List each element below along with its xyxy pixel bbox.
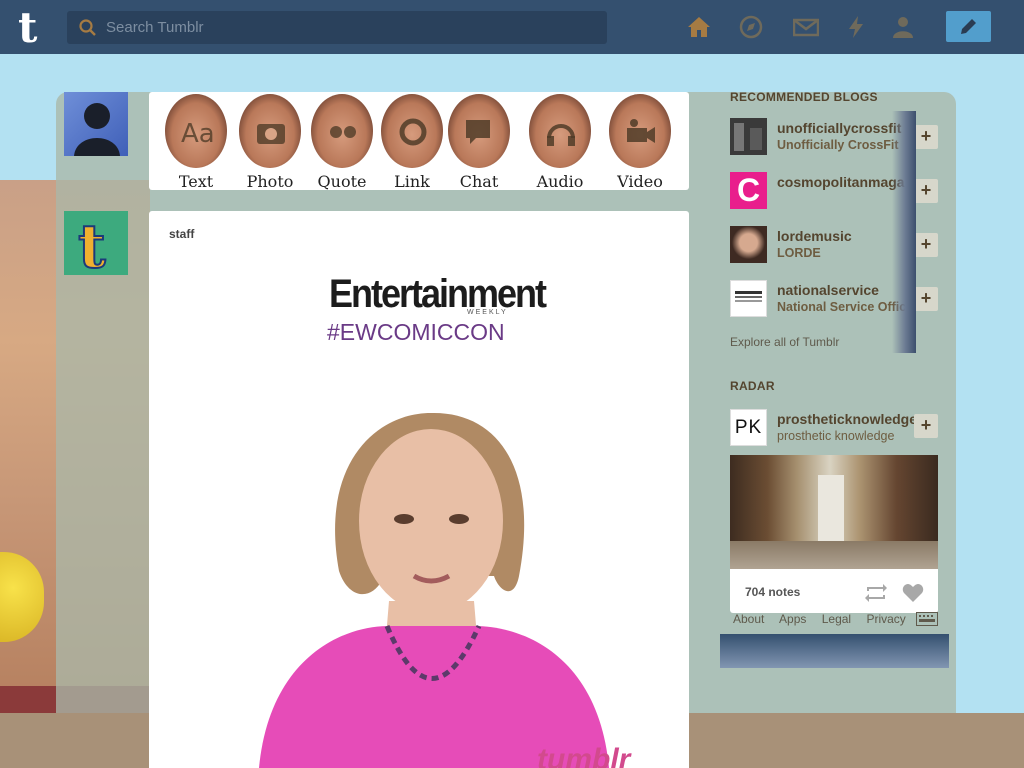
radar-heading: RADAR — [730, 379, 775, 393]
tumblr-watermark: tumblr — [537, 743, 631, 768]
footer-link-privacy[interactable]: Privacy — [866, 612, 905, 626]
chat-icon — [466, 120, 490, 144]
sidebar-footer-links: About Apps Legal Privacy — [733, 612, 918, 626]
post-type-link[interactable]: Link — [377, 92, 447, 191]
radar-image-doorway — [818, 475, 844, 545]
footer-link-apps[interactable]: Apps — [779, 612, 806, 626]
blog-avatar[interactable] — [730, 280, 767, 317]
blog-avatar[interactable] — [730, 226, 767, 263]
radar-post-card[interactable]: 704 notes — [730, 455, 938, 613]
camera-icon — [257, 124, 285, 144]
sidebar-bottom-bar — [720, 634, 949, 668]
user-silhouette-icon — [74, 103, 120, 156]
svg-text:Aa: Aa — [181, 119, 213, 148]
post-hashtag: #EWCOMICCON — [327, 319, 505, 345]
follow-button[interactable]: + — [914, 125, 938, 149]
inbox-icon[interactable] — [793, 14, 819, 40]
explore-icon[interactable] — [738, 14, 764, 40]
like-heart-icon[interactable] — [902, 583, 924, 603]
footer-link-legal[interactable]: Legal — [822, 612, 851, 626]
svg-text:t: t — [78, 212, 106, 275]
post-photo — [259, 412, 609, 768]
post-type-photo[interactable]: Photo — [235, 92, 305, 191]
search-icon — [79, 19, 96, 36]
post-type-label: Text — [178, 172, 214, 191]
footer-link-about[interactable]: About — [733, 612, 764, 626]
user-avatar[interactable] — [64, 92, 128, 156]
link-icon — [399, 118, 427, 146]
radar-image-floor — [730, 541, 938, 569]
post-brand-title: Entertainment — [329, 270, 547, 316]
follow-button[interactable]: + — [914, 287, 938, 311]
blog-avatar[interactable]: PK — [730, 409, 767, 446]
account-icon[interactable] — [890, 14, 916, 40]
post-type-label: Video — [617, 172, 663, 191]
blog-name[interactable]: prostheticknowledge — [777, 411, 917, 427]
follow-button[interactable]: + — [914, 414, 938, 438]
post-type-text[interactable]: Aa Text — [161, 92, 231, 191]
follow-button[interactable]: + — [914, 233, 938, 257]
dashboard-post: staff Entertainment WEEKLY #EWCOMICCON t… — [149, 211, 689, 768]
home-icon[interactable] — [686, 14, 712, 40]
post-type-chat[interactable]: Chat — [444, 92, 514, 191]
tumblr-t-icon: t — [77, 211, 107, 283]
post-type-label: Chat — [459, 172, 499, 191]
post-type-audio[interactable]: Audio — [525, 92, 595, 191]
staff-avatar[interactable]: t — [64, 211, 128, 283]
post-type-video[interactable]: Video — [605, 92, 675, 191]
reblog-icon[interactable] — [864, 583, 888, 603]
headphones-icon — [547, 124, 575, 146]
pencil-icon — [961, 19, 976, 34]
compose-button[interactable] — [946, 11, 991, 42]
radar-notes-count[interactable]: 704 notes — [745, 585, 800, 599]
search-placeholder: Search Tumblr — [106, 19, 204, 36]
keyboard-shortcuts-icon[interactable] — [916, 612, 938, 626]
blog-avatar[interactable]: C — [730, 172, 767, 209]
post-type-label: Audio — [536, 172, 584, 191]
sidebar-fade — [892, 111, 916, 353]
post-type-label: Photo — [246, 172, 294, 191]
top-navigation-bar: t Search Tumblr — [0, 0, 1024, 54]
recommended-blogs-heading: RECOMMENDED BLOGS — [730, 90, 878, 104]
blog-avatar[interactable] — [730, 118, 767, 155]
activity-icon[interactable] — [843, 14, 869, 40]
svg-text:t: t — [18, 6, 38, 48]
tumblr-logo-icon[interactable]: t — [14, 6, 54, 48]
radar-blog[interactable]: PK prostheticknowledge prosthetic knowle… — [730, 409, 940, 449]
follow-button[interactable]: + — [914, 179, 938, 203]
post-brand-subtitle: WEEKLY — [467, 309, 508, 316]
blog-title: prosthetic knowledge — [777, 429, 895, 443]
post-type-quote[interactable]: Quote — [307, 92, 377, 191]
text-icon: Aa — [181, 119, 213, 148]
post-author[interactable]: staff — [169, 227, 194, 241]
post-type-label: Link — [394, 172, 430, 191]
post-type-label: Quote — [317, 172, 367, 191]
post-type-bar: Aa Text Photo Quote Link Chat Audio Vide… — [149, 92, 689, 191]
search-bar[interactable]: Search Tumblr — [67, 11, 607, 44]
radar-post-image — [730, 455, 938, 569]
quote-icon — [330, 126, 356, 138]
video-camera-icon — [627, 119, 655, 143]
explore-all-link[interactable]: Explore all of Tumblr — [730, 335, 839, 349]
